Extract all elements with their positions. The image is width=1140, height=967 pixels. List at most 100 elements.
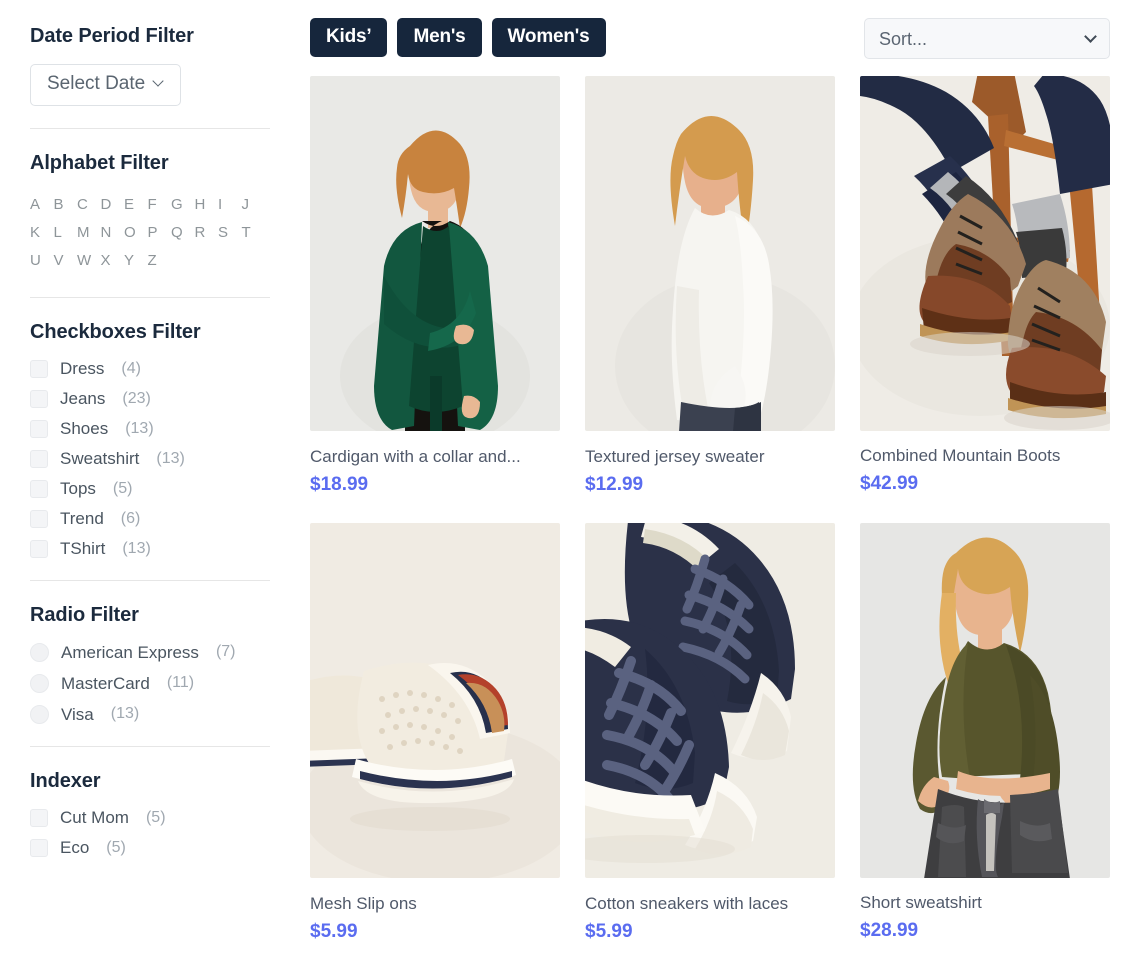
sidebar-divider-1 [30, 127, 270, 129]
category-tabs: Kids’ Men's Women's [310, 18, 606, 57]
product-grid: Cardigan with a collar and... $18.99 Text… [310, 76, 1110, 943]
tab-mens[interactable]: Men's [397, 18, 482, 57]
checkbox-icon[interactable] [30, 509, 48, 528]
product-image[interactable] [860, 76, 1110, 431]
product-price: $42.99 [860, 473, 919, 495]
product-card[interactable]: Textured jersey sweater $12.99 [585, 76, 835, 496]
sort-control: Sort... [864, 18, 1110, 59]
option-label: Dress [60, 359, 105, 379]
product-card[interactable]: Cotton sneakers with laces $5.99 [585, 523, 835, 943]
product-catalog: Kids’ Men's Women's Sort... Cardigan with … [300, 0, 1140, 967]
radio-filter-list: American Express (7) MasterCard (11) Visa (13… [30, 642, 270, 724]
alphabet-letter-l[interactable]: L [54, 219, 78, 247]
product-image[interactable] [310, 76, 560, 431]
checkbox-option-shoes[interactable]: Shoes (13) [30, 419, 270, 439]
sidebar-divider-3 [30, 579, 270, 581]
alphabet-letter-z[interactable]: Z [148, 247, 172, 275]
alphabet-letter-m[interactable]: M [77, 219, 101, 247]
app-root: Date Period Filter Select Date Alphabet … [0, 0, 1140, 967]
indexer-option-cut-mom[interactable]: Cut Mom (5) [30, 808, 270, 827]
alphabet-letter-a[interactable]: A [30, 191, 54, 219]
product-card[interactable]: Short sweatshirt $28.99 [860, 523, 1110, 943]
checkboxes-filter-list: Dress (4) Jeans (23) Shoes (13) Sweatshirt (13)… [30, 359, 270, 558]
option-count: (13) [122, 539, 151, 557]
alphabet-letter-n[interactable]: N [101, 219, 125, 247]
radio-button-icon[interactable] [30, 673, 49, 693]
radio-option-mastercard[interactable]: MasterCard (11) [30, 673, 270, 693]
option-count: (11) [166, 674, 195, 692]
product-title[interactable]: Textured jersey sweater [585, 446, 835, 467]
product-title[interactable]: Cotton sneakers with laces [585, 893, 835, 914]
filters-sidebar: Date Period Filter Select Date Alphabet … [0, 0, 300, 967]
alphabet-letter-e[interactable]: E [124, 191, 148, 219]
product-image[interactable] [310, 523, 560, 879]
checkbox-option-tshirt[interactable]: TShirt (13) [30, 539, 270, 558]
option-count: (6) [120, 509, 141, 527]
product-price: $28.99 [860, 920, 919, 942]
checkbox-option-tops[interactable]: Tops (5) [30, 479, 270, 498]
alphabet-letter-w[interactable]: W [77, 247, 101, 275]
product-title[interactable]: Combined Mountain Boots [860, 445, 1110, 466]
alphabet-letter-b[interactable]: B [54, 191, 78, 219]
alphabet-letter-j[interactable]: J [242, 191, 266, 219]
product-title[interactable]: Mesh Slip ons [310, 893, 560, 914]
alphabet-letter-f[interactable]: F [148, 191, 172, 219]
radio-option-american-express[interactable]: American Express (7) [30, 642, 270, 662]
radio-button-icon[interactable] [30, 704, 49, 724]
sidebar-divider-4 [30, 745, 270, 747]
product-title[interactable]: Short sweatshirt [860, 892, 1110, 913]
checkbox-icon[interactable] [30, 808, 48, 827]
product-image[interactable] [860, 523, 1110, 879]
product-card[interactable]: Cardigan with a collar and... $18.99 [310, 76, 560, 496]
alphabet-letter-o[interactable]: O [124, 219, 148, 247]
select-date-label: Select Date [47, 73, 146, 94]
select-date-button[interactable]: Select Date [30, 64, 182, 106]
checkbox-icon[interactable] [30, 479, 48, 498]
tab-kids[interactable]: Kids’ [310, 18, 388, 57]
checkbox-icon[interactable] [30, 359, 48, 378]
alphabet-letter-s[interactable]: S [218, 219, 242, 247]
sidebar-divider-2 [30, 296, 270, 298]
radio-option-visa[interactable]: Visa (13) [30, 704, 270, 724]
option-label: Shoes [60, 419, 109, 439]
radio-button-icon[interactable] [30, 642, 49, 662]
alphabet-letter-v[interactable]: V [54, 247, 78, 275]
option-label: American Express [61, 642, 199, 662]
tab-womens[interactable]: Women's [491, 18, 606, 57]
option-count: (5) [145, 808, 166, 826]
indexer-list: Cut Mom (5) Eco (5) [30, 808, 270, 857]
alphabet-letter-u[interactable]: U [30, 247, 54, 275]
alphabet-letter-i[interactable]: I [218, 191, 242, 219]
product-card[interactable]: Combined Mountain Boots $42.99 [860, 76, 1110, 496]
checkbox-option-sweatshirt[interactable]: Sweatshirt (13) [30, 449, 270, 468]
option-label: Visa [61, 704, 94, 724]
checkbox-option-dress[interactable]: Dress (4) [30, 359, 270, 379]
alphabet-letter-g[interactable]: G [171, 191, 195, 219]
product-card[interactable]: Mesh Slip ons $5.99 [310, 523, 560, 943]
alphabet-letter-k[interactable]: K [30, 219, 54, 247]
alphabet-letter-t[interactable]: T [242, 219, 266, 247]
alphabet-letter-c[interactable]: C [77, 191, 101, 219]
alphabet-letter-p[interactable]: P [148, 219, 172, 247]
checkbox-icon[interactable] [30, 838, 48, 857]
alphabet-letter-h[interactable]: H [195, 191, 219, 219]
checkbox-icon[interactable] [30, 539, 48, 558]
checkbox-icon[interactable] [30, 419, 48, 438]
checkbox-option-jeans[interactable]: Jeans (23) [30, 389, 270, 408]
product-image[interactable] [585, 76, 835, 431]
checkbox-option-trend[interactable]: Trend (6) [30, 509, 270, 528]
checkbox-icon[interactable] [30, 389, 48, 408]
option-count: (13) [110, 705, 140, 723]
checkbox-icon[interactable] [30, 449, 48, 468]
alphabet-letter-d[interactable]: D [101, 191, 125, 219]
sort-select[interactable]: Sort... [864, 18, 1110, 59]
alphabet-letter-r[interactable]: R [195, 219, 219, 247]
radio-filter-title: Radio Filter [30, 603, 139, 626]
alphabet-letter-x[interactable]: X [101, 247, 125, 275]
product-image[interactable] [585, 523, 835, 879]
product-title[interactable]: Cardigan with a collar and... [310, 446, 560, 467]
alphabet-letter-y[interactable]: Y [124, 247, 148, 275]
alphabet-letter-q[interactable]: Q [171, 219, 195, 247]
indexer-option-eco[interactable]: Eco (5) [30, 838, 270, 857]
catalog-toolbar: Kids’ Men's Women's Sort... [310, 18, 1110, 60]
